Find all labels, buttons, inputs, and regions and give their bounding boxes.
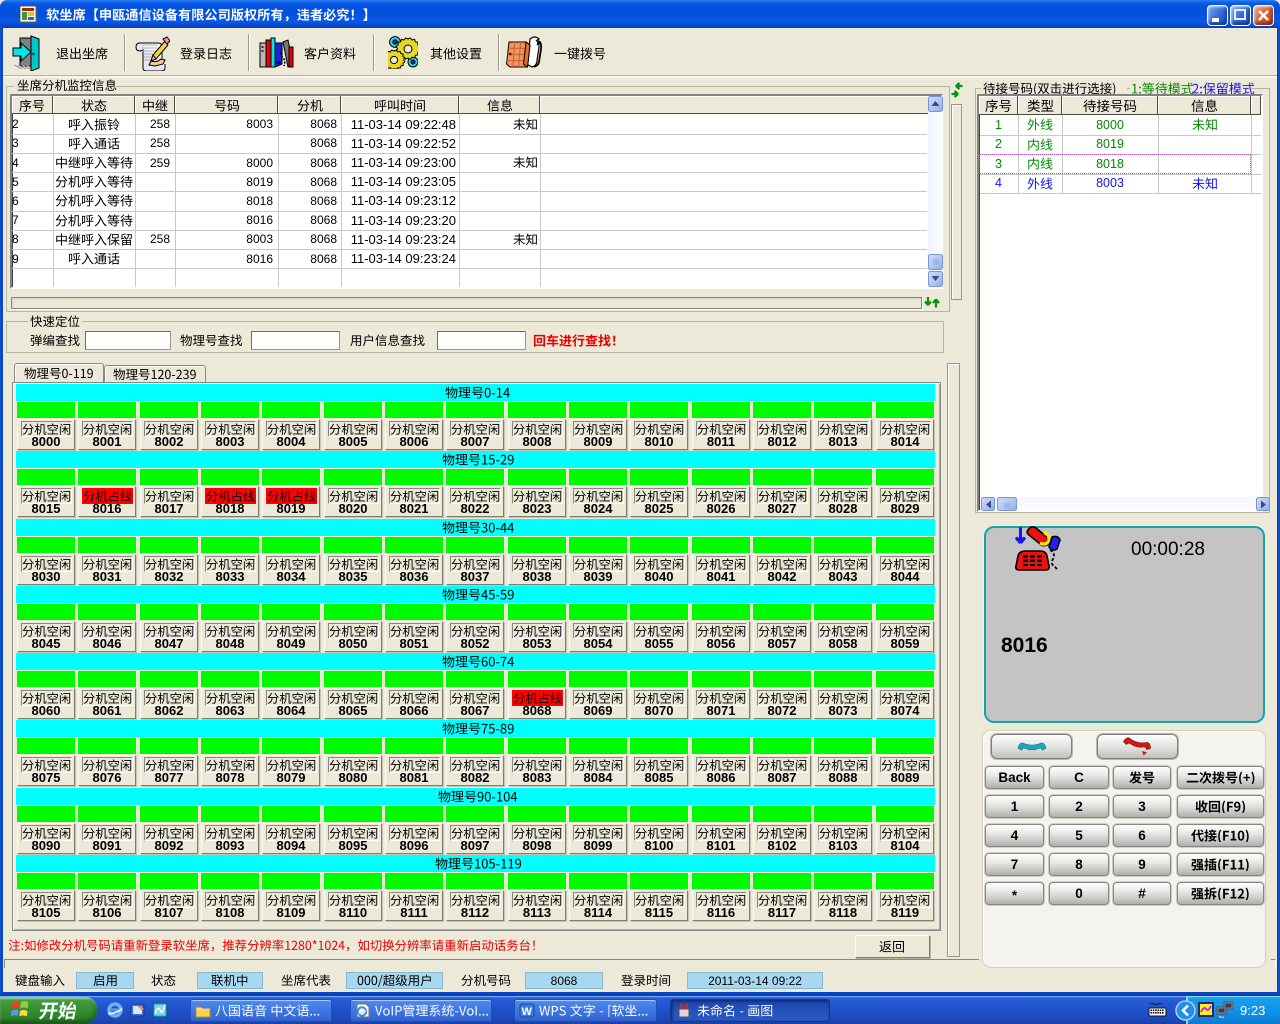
svg-text:W: W bbox=[522, 1006, 533, 1018]
